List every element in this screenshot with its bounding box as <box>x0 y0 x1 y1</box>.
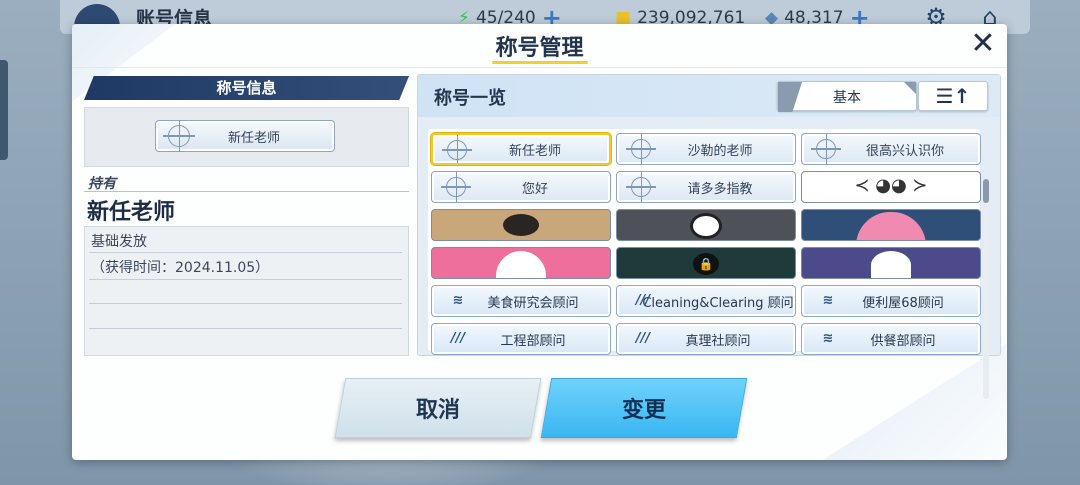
title-cell-label: 您好 <box>521 181 548 197</box>
club-emblem-icon: /// <box>450 331 466 346</box>
scrollbar[interactable] <box>983 179 989 399</box>
club-title-cell[interactable]: /// 真理社顾问 <box>616 323 796 355</box>
title-cell-label: 新任老师 <box>508 143 561 159</box>
club-title-cell[interactable]: ≋ 美食研究会顾问 <box>431 285 611 317</box>
sort-ascending-icon: ☰↑ <box>935 84 971 108</box>
divider <box>89 328 402 329</box>
title-cell[interactable]: 新任老师 <box>431 133 611 165</box>
owned-title-name: 新任老师 <box>87 200 176 225</box>
dark-lock-icon: 🔒 <box>617 248 795 278</box>
club-emblem-icon: /// <box>635 331 651 346</box>
club-title-cell[interactable]: ≋ 便利屋68顾问 <box>801 285 981 317</box>
title-cell-label: 请多多指教 <box>687 181 753 197</box>
filter-label: 基本 <box>833 90 861 106</box>
scrollbar-thumb[interactable] <box>983 179 989 203</box>
picture-title-cell[interactable]: ≺ ◕◕ ≻ <box>801 171 981 203</box>
picture-title-cell[interactable] <box>431 247 611 279</box>
title-list-panel: 称号一览 基本 ☰↑ 新任老师 沙勒的老师 很高兴认识你您好 请多多指教 ≺ ◕◕ ≻ 🔒… <box>417 74 1001 399</box>
cancel-label: 取消 <box>415 398 460 423</box>
title-cell[interactable]: 您好 <box>431 171 611 203</box>
club-title-cell[interactable]: /// 工程部顾问 <box>431 323 611 355</box>
crosshair-icon <box>442 135 472 163</box>
wing-emblem-icon: ≋ <box>822 331 834 346</box>
title-cell-label: Cleaning&Clearing 顾问 <box>642 295 794 311</box>
side-tab <box>0 60 8 160</box>
title-cell[interactable]: 请多多指教 <box>616 171 796 203</box>
bird-wings-icon: ≺ ◕◕ ≻ <box>854 175 928 196</box>
picture-title-cell[interactable] <box>801 209 981 241</box>
current-title-badge: 新任老师 <box>155 120 335 152</box>
title-management-dialog: 称号管理 ✕ 称号信息 新任老师 持有 新任老师 基础发放 （获得时间：2024… <box>72 24 1007 460</box>
title-cell-label: 工程部顾问 <box>500 333 566 349</box>
filter-dropdown[interactable]: 基本 <box>777 81 917 112</box>
club-title-cell[interactable]: ≋ 供餐部顾问 <box>801 323 981 355</box>
confirm-label: 变更 <box>621 398 666 423</box>
title-cell-label: 便利屋68顾问 <box>862 295 944 311</box>
divider <box>89 279 402 280</box>
dialog-header: 称号管理 ✕ <box>72 24 1007 68</box>
brown-bear-icon <box>432 210 610 240</box>
title-grid: 新任老师 沙勒的老师 很高兴认识你您好 请多多指教 ≺ ◕◕ ≻ 🔒 ≋ 美食研究会顾问 ///… <box>428 129 989 399</box>
dialog-title: 称号管理 <box>495 36 584 61</box>
close-icon[interactable]: ✕ <box>969 29 997 59</box>
crosshair-icon <box>163 120 195 152</box>
current-title-label: 新任老师 <box>227 130 280 146</box>
wing-emblem-icon: ≋ <box>452 293 464 308</box>
title-detail-box: 基础发放 （获得时间：2024.11.05） <box>84 226 409 356</box>
wing-emblem-icon: ≋ <box>822 293 834 308</box>
source-text: 基础发放 <box>91 234 147 250</box>
title-underline <box>492 61 588 64</box>
white-bunny-icon <box>432 248 610 278</box>
picture-title-cell[interactable] <box>801 247 981 279</box>
title-cell-label: 美食研究会顾问 <box>487 295 579 311</box>
divider <box>89 252 402 253</box>
crosshair-icon <box>441 172 471 202</box>
confirm-button[interactable]: 变更 <box>540 378 748 438</box>
current-title-box: 新任老师 <box>84 107 409 167</box>
divider <box>89 303 402 304</box>
picture-title-cell[interactable]: 🔒 <box>616 247 796 279</box>
picture-title-cell[interactable] <box>616 209 796 241</box>
title-cell-label: 真理社顾问 <box>685 333 751 349</box>
picture-title-cell[interactable] <box>431 209 611 241</box>
title-cell-label: 供餐部顾问 <box>870 333 936 349</box>
crosshair-icon <box>811 134 841 164</box>
title-cell[interactable]: 很高兴认识你 <box>801 133 981 165</box>
title-cell-label: 很高兴认识你 <box>865 143 944 159</box>
owned-label: 持有 <box>88 176 116 192</box>
sort-button[interactable]: ☰↑ <box>918 81 988 111</box>
crosshair-icon <box>626 134 656 164</box>
club-title-cell[interactable]: ///Cleaning&Clearing 顾问 <box>616 285 796 317</box>
acquired-date: （获得时间：2024.11.05） <box>91 260 270 276</box>
purple-cat-icon <box>802 248 980 278</box>
crosshair-icon <box>626 172 656 202</box>
panda-icon <box>617 210 795 240</box>
pink-bird-icon <box>802 210 980 240</box>
divider <box>84 191 409 192</box>
title-list-heading: 称号一览 <box>434 88 506 109</box>
title-cell-label: 沙勒的老师 <box>687 143 753 159</box>
cancel-button[interactable]: 取消 <box>334 378 542 438</box>
title-list-header: 称号一览 基本 ☰↑ <box>418 75 1000 117</box>
title-info-header: 称号信息 <box>84 76 409 100</box>
title-cell[interactable]: 沙勒的老师 <box>616 133 796 165</box>
club-emblem-icon: /// <box>635 293 651 308</box>
